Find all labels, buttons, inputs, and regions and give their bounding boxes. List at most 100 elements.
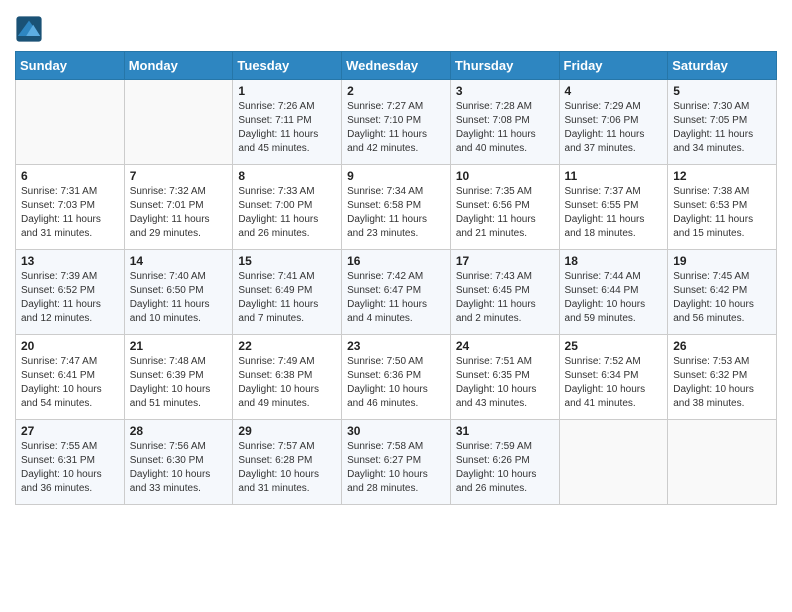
- calendar-cell: 14 Sunrise: 7:40 AMSunset: 6:50 PMDayligh…: [124, 250, 233, 335]
- calendar-header: Sunday Monday Tuesday Wednesday Thursday…: [16, 52, 777, 80]
- calendar-cell: 26Sunrise: 7:53 AMSunset: 6:32 PMDayligh…: [668, 335, 777, 420]
- header-wednesday: Wednesday: [342, 52, 451, 80]
- day-info: Sunrise: 7:34 AMSunset: 6:58 PMDaylight:…: [347, 185, 445, 241]
- calendar-cell: 25 Sunrise: 7:52 AMSunset: 6:34 PMDayligh…: [559, 335, 668, 420]
- calendar-page: Sunday Monday Tuesday Wednesday Thursday…: [0, 0, 792, 612]
- day-info: Sunrise: 7:49 AMSunset: 6:38 PMDaylight:…: [238, 355, 336, 411]
- day-info: Sunrise: 7:39 AMSunset: 6:52 PMDaylight:…: [21, 270, 119, 326]
- day-info: Sunrise: 7:29 AMSunset: 7:06 PMDaylight:…: [565, 100, 663, 156]
- day-info: Sunrise: 7:38 AMSunset: 6:53 PMDaylight:…: [673, 185, 771, 241]
- header-row: Sunday Monday Tuesday Wednesday Thursday…: [16, 52, 777, 80]
- day-info: Sunrise: 7:48 AMSunset: 6:39 PMDaylight:…: [130, 355, 228, 411]
- calendar-week-row: 13 Sunrise: 7:39 AMSunset: 6:52 PMDayligh…: [16, 250, 777, 335]
- calendar-week-row: 27 Sunrise: 7:55 AMSunset: 6:31 PMDayligh…: [16, 420, 777, 505]
- day-number: 26: [673, 339, 771, 353]
- day-number: 25: [565, 339, 663, 353]
- calendar-cell: 10Sunrise: 7:35 AMSunset: 6:56 PMDayligh…: [450, 165, 559, 250]
- calendar-cell: 18 Sunrise: 7:44 AMSunset: 6:44 PMDayligh…: [559, 250, 668, 335]
- day-number: 30: [347, 424, 445, 438]
- day-info: Sunrise: 7:27 AMSunset: 7:10 PMDaylight:…: [347, 100, 445, 156]
- day-info: Sunrise: 7:50 AMSunset: 6:36 PMDaylight:…: [347, 355, 445, 411]
- calendar-cell: 2Sunrise: 7:27 AMSunset: 7:10 PMDaylight…: [342, 80, 451, 165]
- calendar-cell: [16, 80, 125, 165]
- calendar-cell: 1 Sunrise: 7:26 AMSunset: 7:11 PMDaylight…: [233, 80, 342, 165]
- calendar-cell: 27 Sunrise: 7:55 AMSunset: 6:31 PMDayligh…: [16, 420, 125, 505]
- calendar-cell: [559, 420, 668, 505]
- day-info: Sunrise: 7:51 AMSunset: 6:35 PMDaylight:…: [456, 355, 554, 411]
- calendar-cell: 6Sunrise: 7:31 AMSunset: 7:03 PMDaylight…: [16, 165, 125, 250]
- calendar-week-row: 1 Sunrise: 7:26 AMSunset: 7:11 PMDaylight…: [16, 80, 777, 165]
- day-number: 1: [238, 84, 336, 98]
- day-number: 22: [238, 339, 336, 353]
- day-number: 20: [21, 339, 119, 353]
- calendar-cell: 11Sunrise: 7:37 AMSunset: 6:55 PMDayligh…: [559, 165, 668, 250]
- header-thursday: Thursday: [450, 52, 559, 80]
- day-info: Sunrise: 7:33 AMSunset: 7:00 PMDaylight:…: [238, 185, 336, 241]
- calendar-cell: 24 Sunrise: 7:51 AMSunset: 6:35 PMDayligh…: [450, 335, 559, 420]
- day-info: Sunrise: 7:57 AMSunset: 6:28 PMDaylight:…: [238, 440, 336, 496]
- day-info: Sunrise: 7:52 AMSunset: 6:34 PMDaylight:…: [565, 355, 663, 411]
- day-number: 24: [456, 339, 554, 353]
- calendar-cell: 23Sunrise: 7:50 AMSunset: 6:36 PMDayligh…: [342, 335, 451, 420]
- logo: [15, 15, 47, 43]
- calendar-cell: 5 Sunrise: 7:30 AMSunset: 7:05 PMDaylight…: [668, 80, 777, 165]
- logo-icon: [15, 15, 43, 43]
- calendar-week-row: 6Sunrise: 7:31 AMSunset: 7:03 PMDaylight…: [16, 165, 777, 250]
- calendar-cell: 4Sunrise: 7:29 AMSunset: 7:06 PMDaylight…: [559, 80, 668, 165]
- header-sunday: Sunday: [16, 52, 125, 80]
- calendar-cell: 7Sunrise: 7:32 AMSunset: 7:01 PMDaylight…: [124, 165, 233, 250]
- calendar-cell: 22 Sunrise: 7:49 AMSunset: 6:38 PMDayligh…: [233, 335, 342, 420]
- calendar-body: 1 Sunrise: 7:26 AMSunset: 7:11 PMDaylight…: [16, 80, 777, 505]
- calendar-cell: 21 Sunrise: 7:48 AMSunset: 6:39 PMDayligh…: [124, 335, 233, 420]
- calendar-cell: 15 Sunrise: 7:41 AMSunset: 6:49 PMDayligh…: [233, 250, 342, 335]
- day-number: 19: [673, 254, 771, 268]
- day-info: Sunrise: 7:30 AMSunset: 7:05 PMDaylight:…: [673, 100, 771, 156]
- day-number: 21: [130, 339, 228, 353]
- day-number: 16: [347, 254, 445, 268]
- calendar-cell: 20Sunrise: 7:47 AMSunset: 6:41 PMDayligh…: [16, 335, 125, 420]
- day-info: Sunrise: 7:31 AMSunset: 7:03 PMDaylight:…: [21, 185, 119, 241]
- header: [15, 10, 777, 43]
- day-number: 3: [456, 84, 554, 98]
- day-info: Sunrise: 7:44 AMSunset: 6:44 PMDaylight:…: [565, 270, 663, 326]
- calendar-cell: [124, 80, 233, 165]
- day-info: Sunrise: 7:56 AMSunset: 6:30 PMDaylight:…: [130, 440, 228, 496]
- day-info: Sunrise: 7:55 AMSunset: 6:31 PMDaylight:…: [21, 440, 119, 496]
- header-friday: Friday: [559, 52, 668, 80]
- day-number: 28: [130, 424, 228, 438]
- day-info: Sunrise: 7:28 AMSunset: 7:08 PMDaylight:…: [456, 100, 554, 156]
- header-tuesday: Tuesday: [233, 52, 342, 80]
- day-number: 5: [673, 84, 771, 98]
- day-number: 29: [238, 424, 336, 438]
- calendar-cell: 30Sunrise: 7:58 AMSunset: 6:27 PMDayligh…: [342, 420, 451, 505]
- day-number: 13: [21, 254, 119, 268]
- calendar-table: Sunday Monday Tuesday Wednesday Thursday…: [15, 51, 777, 505]
- day-info: Sunrise: 7:43 AMSunset: 6:45 PMDaylight:…: [456, 270, 554, 326]
- calendar-cell: 29 Sunrise: 7:57 AMSunset: 6:28 PMDayligh…: [233, 420, 342, 505]
- day-info: Sunrise: 7:37 AMSunset: 6:55 PMDaylight:…: [565, 185, 663, 241]
- day-number: 14: [130, 254, 228, 268]
- day-info: Sunrise: 7:40 AMSunset: 6:50 PMDaylight:…: [130, 270, 228, 326]
- calendar-cell: 16 Sunrise: 7:42 AMSunset: 6:47 PMDayligh…: [342, 250, 451, 335]
- calendar-cell: 13 Sunrise: 7:39 AMSunset: 6:52 PMDayligh…: [16, 250, 125, 335]
- calendar-cell: 3 Sunrise: 7:28 AMSunset: 7:08 PMDaylight…: [450, 80, 559, 165]
- day-number: 27: [21, 424, 119, 438]
- calendar-cell: 28 Sunrise: 7:56 AMSunset: 6:30 PMDayligh…: [124, 420, 233, 505]
- day-info: Sunrise: 7:26 AMSunset: 7:11 PMDaylight:…: [238, 100, 336, 156]
- day-info: Sunrise: 7:45 AMSunset: 6:42 PMDaylight:…: [673, 270, 771, 326]
- calendar-cell: 8 Sunrise: 7:33 AMSunset: 7:00 PMDaylight…: [233, 165, 342, 250]
- day-info: Sunrise: 7:42 AMSunset: 6:47 PMDaylight:…: [347, 270, 445, 326]
- day-number: 31: [456, 424, 554, 438]
- calendar-cell: 12 Sunrise: 7:38 AMSunset: 6:53 PMDayligh…: [668, 165, 777, 250]
- calendar-cell: 9 Sunrise: 7:34 AMSunset: 6:58 PMDaylight…: [342, 165, 451, 250]
- calendar-week-row: 20Sunrise: 7:47 AMSunset: 6:41 PMDayligh…: [16, 335, 777, 420]
- header-saturday: Saturday: [668, 52, 777, 80]
- day-number: 9: [347, 169, 445, 183]
- day-info: Sunrise: 7:59 AMSunset: 6:26 PMDaylight:…: [456, 440, 554, 496]
- day-number: 15: [238, 254, 336, 268]
- day-number: 8: [238, 169, 336, 183]
- calendar-cell: [668, 420, 777, 505]
- day-number: 18: [565, 254, 663, 268]
- day-info: Sunrise: 7:41 AMSunset: 6:49 PMDaylight:…: [238, 270, 336, 326]
- day-number: 12: [673, 169, 771, 183]
